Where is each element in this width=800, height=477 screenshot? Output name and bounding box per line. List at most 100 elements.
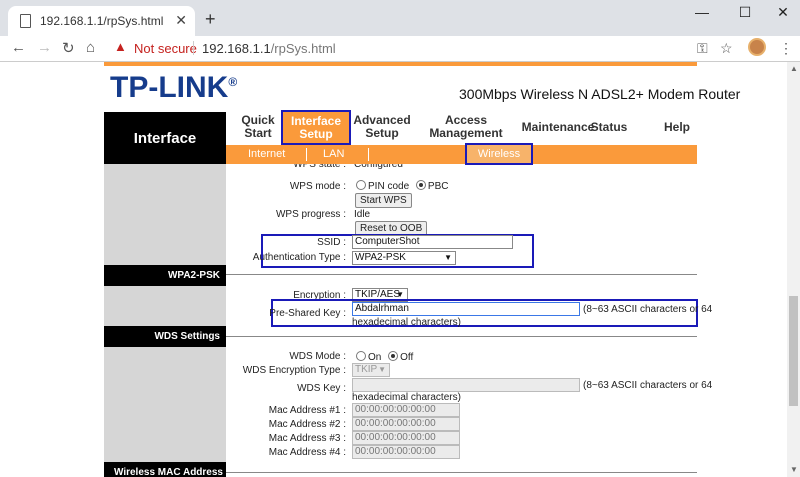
wds-enc-value: TKIP xyxy=(355,364,378,375)
new-tab-icon[interactable]: + xyxy=(205,9,216,30)
wds-off-radio[interactable] xyxy=(388,351,399,361)
pbc-label: PBC xyxy=(427,181,449,192)
wds-key-hint: (8~63 ASCII characters or 64 xyxy=(583,380,713,391)
address-bar[interactable]: ▲ Not secure 192.168.1.1/rpSys.html xyxy=(108,37,738,60)
mac-address-2-input[interactable]: 00:00:00:00:00:00 xyxy=(352,417,460,431)
menu-label: Help xyxy=(663,120,690,134)
wds-enc-select[interactable]: TKIP ▼ xyxy=(352,363,390,377)
section-divider xyxy=(226,274,697,275)
wds-off-label: Off xyxy=(400,352,414,363)
wds-mode-label: WDS Mode : xyxy=(289,351,346,362)
browser-toolbar: ← → ↻ ⌂ ▲ Not secure 192.168.1.1/rpSys.h… xyxy=(0,36,800,62)
auth-type-label: Authentication Type : xyxy=(252,252,346,263)
wpa2-section-label: WPA2-PSK xyxy=(104,265,226,286)
submenu-lan[interactable]: LAN xyxy=(323,148,344,160)
menu-access-management[interactable]: Access Management xyxy=(416,114,516,140)
wps-progress-label: WPS progress : xyxy=(275,209,346,220)
wds-key-input[interactable] xyxy=(352,378,580,392)
wds-section-label: WDS Settings xyxy=(104,326,226,347)
submenu-divider xyxy=(368,148,369,161)
minimize-icon[interactable]: — xyxy=(687,4,717,20)
url-path: /rpSys.html xyxy=(270,41,336,56)
menu-icon[interactable]: ⋮ xyxy=(779,40,793,57)
mac-address-1-label: Mac Address #1 : xyxy=(268,405,346,416)
ssid-input[interactable]: ComputerShot xyxy=(352,235,513,249)
mac-filter-section-label: Wireless MAC Address Filter xyxy=(104,462,226,477)
section-divider xyxy=(226,472,697,473)
scroll-thumb[interactable] xyxy=(789,296,798,406)
model-name: 300Mbps Wireless N ADSL2+ Modem Router xyxy=(459,86,741,102)
back-icon[interactable]: ← xyxy=(11,39,26,56)
wps-state-value: Configured xyxy=(354,164,403,170)
section-title: Interface xyxy=(133,129,197,147)
chevron-down-icon: ▼ xyxy=(444,253,452,262)
wps-mode-options: PIN code PBC xyxy=(356,180,448,192)
close-tab-icon[interactable]: ✕ xyxy=(175,12,187,29)
reload-icon[interactable]: ↻ xyxy=(62,39,75,57)
browser-tab[interactable]: 192.168.1.1/rpSys.html ✕ xyxy=(8,6,195,36)
wds-key-label: WDS Key : xyxy=(297,383,346,394)
wds-on-radio[interactable] xyxy=(356,351,366,361)
menu-status[interactable]: Status xyxy=(587,121,631,134)
forward-icon[interactable]: → xyxy=(37,39,52,56)
wps-mode-label: WPS mode : xyxy=(289,181,346,192)
submenu-wireless[interactable]: Wireless xyxy=(465,143,533,165)
omnibox-divider xyxy=(193,41,194,55)
pin-code-radio[interactable] xyxy=(356,180,366,190)
left-column xyxy=(104,164,226,477)
wps-state-label: WPS state : xyxy=(293,164,346,170)
top-orange-bar xyxy=(104,62,697,66)
avatar[interactable] xyxy=(748,38,766,56)
psk-input[interactable]: Abdalrhman xyxy=(352,302,580,316)
menu-quick-start[interactable]: Quick Start xyxy=(236,114,280,140)
wds-enc-label: WDS Encryption Type : xyxy=(242,365,346,376)
mac-address-2-label: Mac Address #2 : xyxy=(268,419,346,430)
browser-tabbar: 192.168.1.1/rpSys.html ✕ + — ☐ ✕ xyxy=(0,0,800,36)
menu-label: Quick Start xyxy=(241,113,275,140)
menu-help[interactable]: Help xyxy=(661,121,693,134)
psk-hint-2: hexadecimal characters) xyxy=(352,317,461,328)
pbc-radio[interactable] xyxy=(415,180,426,190)
submenu-internet[interactable]: Internet xyxy=(248,148,285,160)
auth-type-value: WPA2-PSK xyxy=(355,252,406,263)
nav-area: Interface Quick Start Interface Setup Ad… xyxy=(104,110,697,165)
wds-on-label: On xyxy=(368,352,382,363)
scroll-up-icon[interactable]: ▲ xyxy=(790,64,798,73)
auth-type-select[interactable]: WPA2-PSK ▼ xyxy=(352,251,456,265)
url-text[interactable]: 192.168.1.1/rpSys.html xyxy=(202,41,336,56)
wds-key-hint-2: hexadecimal characters) xyxy=(352,392,461,403)
menu-label: Status xyxy=(590,120,628,134)
mac-address-4-input[interactable]: 00:00:00:00:00:00 xyxy=(352,445,460,459)
security-label[interactable]: Not secure xyxy=(134,41,197,56)
menu-label: Maintenance xyxy=(521,120,595,134)
menu-interface-setup[interactable]: Interface Setup xyxy=(281,110,351,145)
menu-label: Access Management xyxy=(429,113,503,140)
page-scrollbar[interactable]: ▲ ▼ xyxy=(787,62,800,477)
start-wps-button[interactable]: Start WPS xyxy=(355,193,412,208)
psk-label: Pre-Shared Key : xyxy=(269,308,346,319)
scroll-down-icon[interactable]: ▼ xyxy=(790,465,798,474)
mac-address-3-input[interactable]: 00:00:00:00:00:00 xyxy=(352,431,460,445)
chevron-down-icon: ▼ xyxy=(378,365,386,374)
main-menu: Quick Start Interface Setup Advanced Set… xyxy=(226,110,697,145)
sub-menu: Internet LAN Wireless xyxy=(226,143,697,165)
pin-code-label: PIN code xyxy=(368,181,410,192)
url-host: 192.168.1.1 xyxy=(202,41,271,56)
window-close-icon[interactable]: ✕ xyxy=(768,4,798,21)
psk-hint: (8~63 ASCII characters or 64 xyxy=(583,304,713,315)
menu-advanced-setup[interactable]: Advanced Setup xyxy=(352,114,412,140)
logo-text: TP-LINK xyxy=(110,71,229,104)
home-icon[interactable]: ⌂ xyxy=(86,39,95,56)
page-icon xyxy=(20,14,31,28)
key-icon[interactable]: ⚿ xyxy=(697,40,708,57)
warning-icon[interactable]: ▲ xyxy=(114,39,127,54)
mac-address-1-input[interactable]: 00:00:00:00:00:00 xyxy=(352,403,460,417)
router-page: TP-LINK® 300Mbps Wireless N ADSL2+ Modem… xyxy=(0,62,787,477)
star-icon[interactable]: ☆ xyxy=(720,40,733,57)
ssid-label: SSID : xyxy=(317,237,346,248)
maximize-icon[interactable]: ☐ xyxy=(730,4,760,21)
submenu-divider xyxy=(306,148,307,161)
wds-mode-options: On Off xyxy=(356,351,413,363)
wps-progress-value: Idle xyxy=(354,209,371,220)
section-divider xyxy=(226,336,697,337)
